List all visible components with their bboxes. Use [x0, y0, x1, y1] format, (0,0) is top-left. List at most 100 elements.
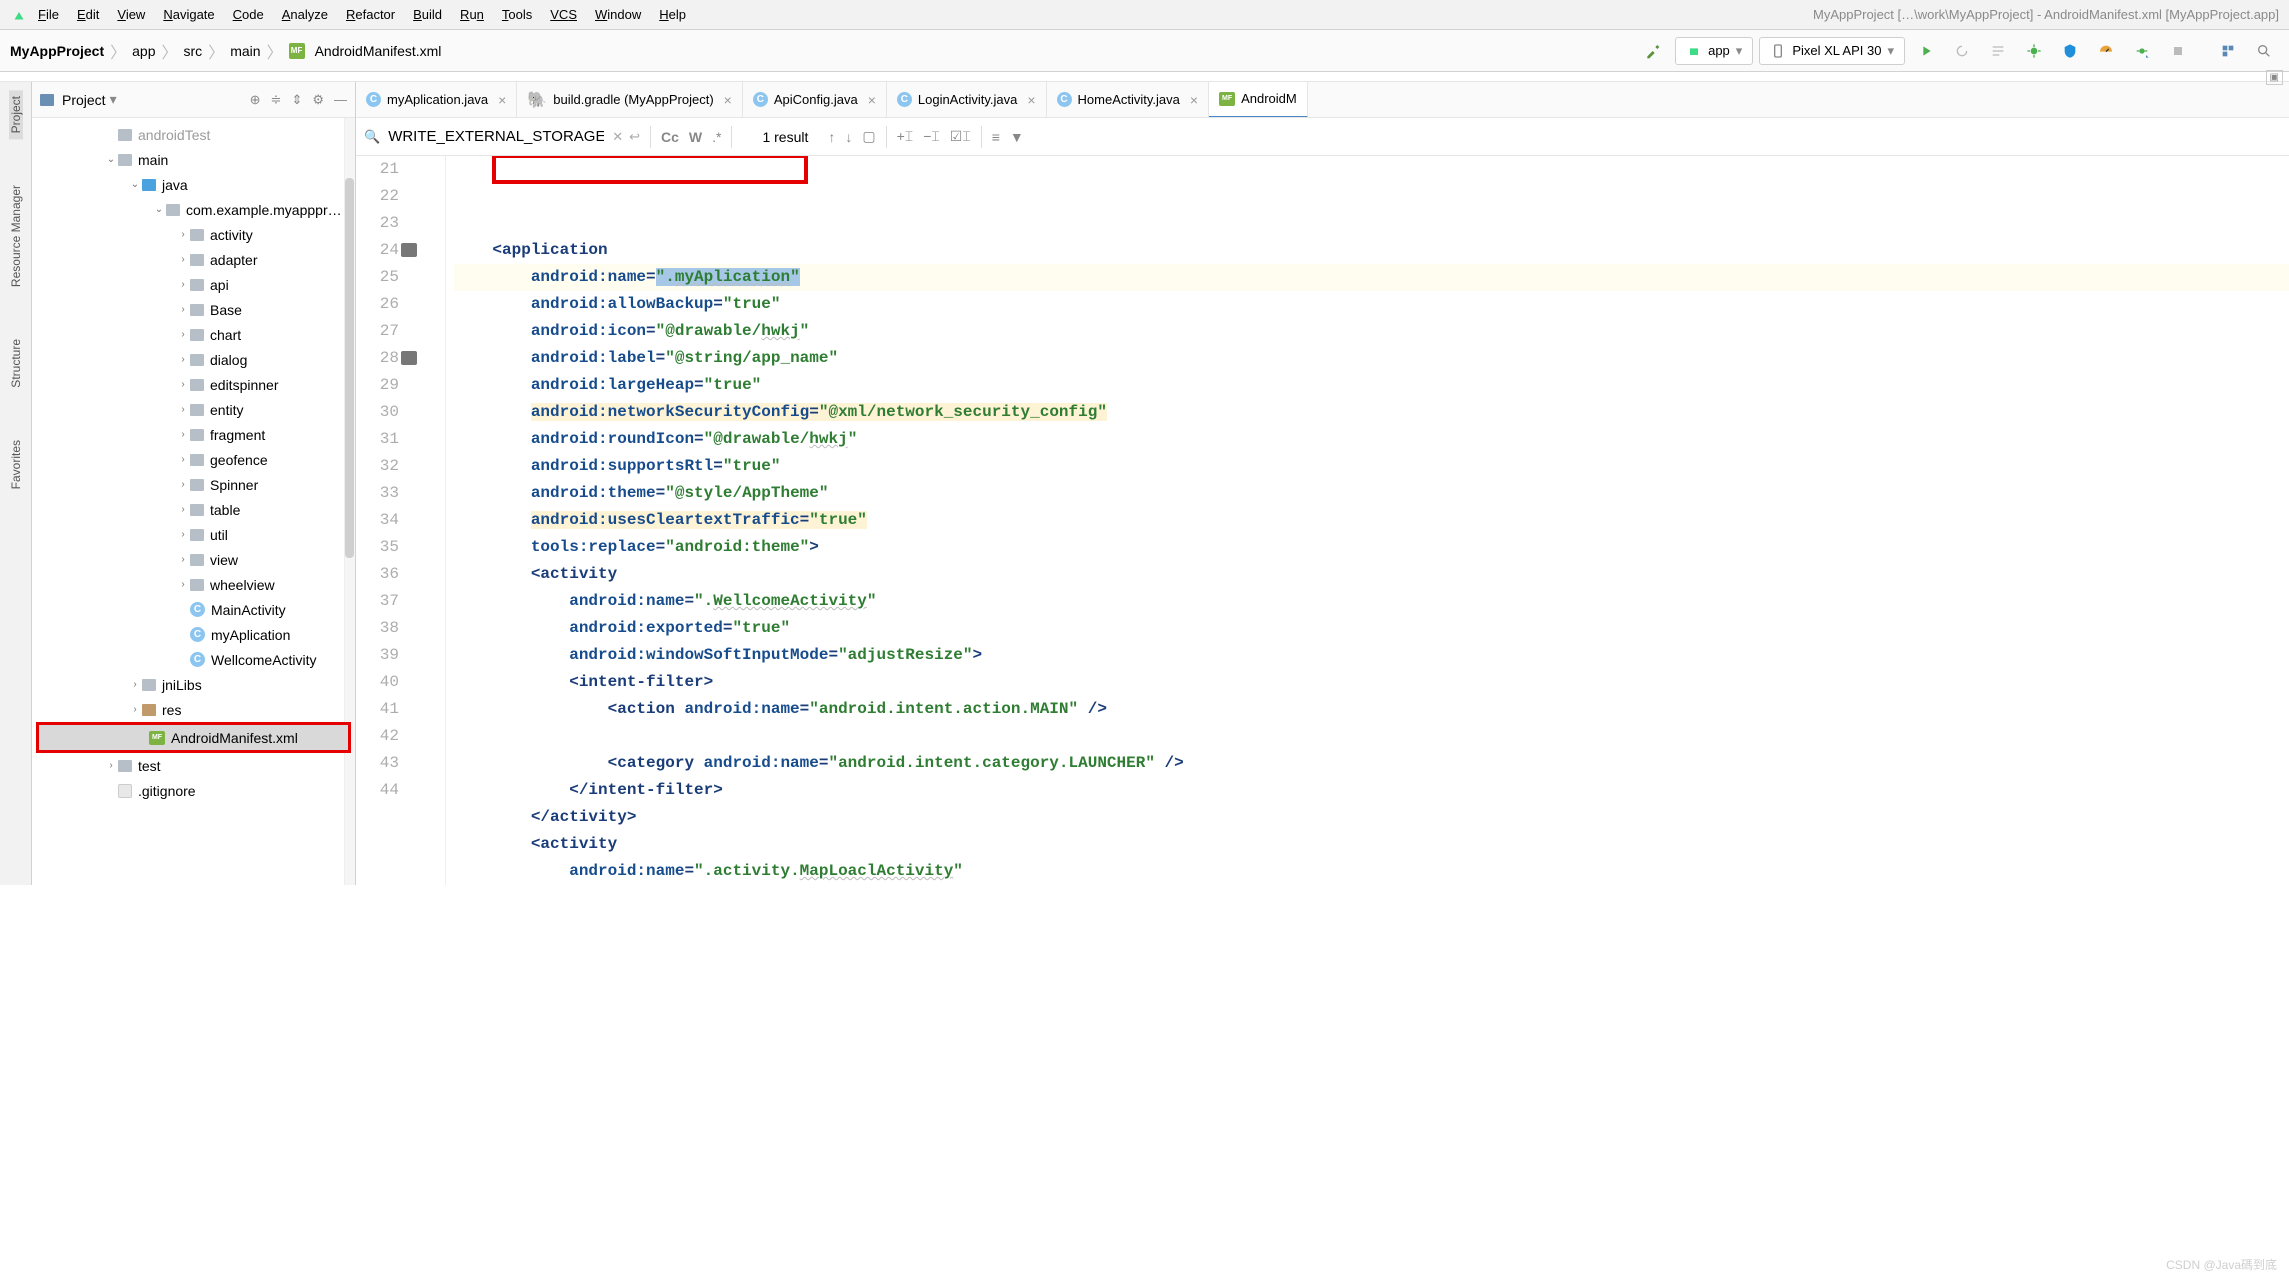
- code-line[interactable]: android:windowSoftInputMode="adjustResiz…: [454, 642, 2289, 669]
- close-tab-icon[interactable]: ×: [498, 92, 506, 108]
- stop-button[interactable]: [2163, 37, 2193, 65]
- editor-tab[interactable]: CHomeActivity.java×: [1047, 82, 1210, 118]
- breadcrumb-item[interactable]: MyAppProject: [10, 43, 104, 59]
- sync-gradle-button[interactable]: [2213, 37, 2243, 65]
- regex-button[interactable]: .*: [712, 129, 721, 145]
- code-line[interactable]: </activity>: [454, 804, 2289, 831]
- rail-item-favorites[interactable]: Favorites: [9, 434, 23, 495]
- tree-node[interactable]: MFAndroidManifest.xml: [39, 725, 348, 750]
- menu-item[interactable]: Help: [659, 7, 686, 22]
- code-line[interactable]: <category android:name="android.intent.c…: [454, 750, 2289, 777]
- expand-all-icon[interactable]: ≑: [271, 92, 282, 108]
- tree-node[interactable]: ›adapter: [32, 247, 355, 272]
- rail-item-structure[interactable]: Structure: [9, 333, 23, 394]
- select-all-matches-icon[interactable]: ▢: [862, 128, 875, 145]
- close-tab-icon[interactable]: ×: [724, 92, 732, 108]
- tree-node[interactable]: ›geofence: [32, 447, 355, 472]
- apply-code-changes-button[interactable]: [1983, 37, 2013, 65]
- code-line[interactable]: android:name=".activity.MapLoaclActivity…: [454, 858, 2289, 885]
- tree-node[interactable]: ⌄java: [32, 172, 355, 197]
- close-tab-icon[interactable]: ×: [1190, 92, 1198, 108]
- prev-match-icon[interactable]: ↑: [828, 129, 835, 145]
- tree-node[interactable]: ›view: [32, 547, 355, 572]
- code-line[interactable]: tools:replace="android:theme">: [454, 534, 2289, 561]
- tree-node[interactable]: CMainActivity: [32, 597, 355, 622]
- tree-node[interactable]: ›entity: [32, 397, 355, 422]
- debug-button[interactable]: [2019, 37, 2049, 65]
- device-selector[interactable]: Pixel XL API 30 ▾: [1759, 37, 1905, 65]
- breadcrumb-item[interactable]: AndroidManifest.xml: [315, 43, 442, 59]
- code-line[interactable]: android:icon="@drawable/hwkj": [454, 318, 2289, 345]
- code-line[interactable]: [454, 723, 2289, 750]
- select-opened-file-icon[interactable]: ⊕: [250, 92, 261, 108]
- menu-item[interactable]: Run: [460, 7, 484, 22]
- match-case-button[interactable]: Cc: [661, 129, 679, 145]
- tree-node[interactable]: ›activity: [32, 222, 355, 247]
- clear-search-icon[interactable]: ✕: [612, 129, 623, 145]
- code-line[interactable]: <activity: [454, 831, 2289, 858]
- rail-item-project[interactable]: Project: [9, 90, 23, 139]
- tree-node[interactable]: ›Spinner: [32, 472, 355, 497]
- menu-item[interactable]: Build: [413, 7, 442, 22]
- code-editor[interactable]: <application android:name=".myAplication…: [446, 156, 2289, 885]
- search-history-icon[interactable]: ↩: [629, 129, 640, 145]
- collapse-all-icon[interactable]: ⇕: [291, 92, 302, 108]
- toggle-in-selection-icon[interactable]: ≡: [992, 129, 1000, 145]
- menu-item[interactable]: File: [38, 7, 59, 22]
- tree-node[interactable]: ›res: [32, 697, 355, 722]
- code-line[interactable]: <application: [454, 237, 2289, 264]
- filter-icon[interactable]: ▼: [1010, 129, 1024, 145]
- rail-item-resource-manager[interactable]: Resource Manager: [9, 179, 23, 293]
- tree-node[interactable]: .gitignore: [32, 778, 355, 803]
- code-line[interactable]: android:networkSecurityConfig="@xml/netw…: [454, 399, 2289, 426]
- menu-item[interactable]: Analyze: [282, 7, 328, 22]
- menu-item[interactable]: Navigate: [163, 7, 214, 22]
- tree-node[interactable]: ›chart: [32, 322, 355, 347]
- breadcrumb-item[interactable]: main: [230, 43, 260, 59]
- tree-node[interactable]: ›wheelview: [32, 572, 355, 597]
- code-line[interactable]: </intent-filter>: [454, 777, 2289, 804]
- menu-item[interactable]: Window: [595, 7, 641, 22]
- tree-node[interactable]: ›api: [32, 272, 355, 297]
- tree-node[interactable]: ›test: [32, 753, 355, 778]
- find-input[interactable]: [386, 126, 606, 147]
- run-button[interactable]: [1911, 37, 1941, 65]
- coverage-button[interactable]: [2055, 37, 2085, 65]
- menu-item[interactable]: Edit: [77, 7, 99, 22]
- tree-node[interactable]: ›dialog: [32, 347, 355, 372]
- code-line[interactable]: android:name=".myAplication": [454, 264, 2289, 291]
- code-line[interactable]: android:roundIcon="@drawable/hwkj": [454, 426, 2289, 453]
- tree-node[interactable]: ›editspinner: [32, 372, 355, 397]
- editor-tab[interactable]: 🐘build.gradle (MyAppProject)×: [517, 82, 743, 118]
- tree-scrollbar-thumb[interactable]: [345, 178, 354, 558]
- menu-item[interactable]: Refactor: [346, 7, 395, 22]
- build-hammer-icon[interactable]: [1639, 37, 1669, 65]
- close-tab-icon[interactable]: ×: [868, 92, 876, 108]
- tree-node[interactable]: CWellcomeActivity: [32, 647, 355, 672]
- tree-node[interactable]: androidTest: [32, 122, 355, 147]
- tree-node[interactable]: ›table: [32, 497, 355, 522]
- tree-node[interactable]: ›Base: [32, 297, 355, 322]
- breadcrumb-item[interactable]: app: [132, 43, 155, 59]
- search-everywhere-button[interactable]: [2249, 37, 2279, 65]
- tree-node[interactable]: CmyAplication: [32, 622, 355, 647]
- tree-node[interactable]: ⌄com.example.myapppr…: [32, 197, 355, 222]
- remove-selection-icon[interactable]: −⌶: [923, 128, 940, 145]
- tree-node[interactable]: ›util: [32, 522, 355, 547]
- code-line[interactable]: <activity: [454, 561, 2289, 588]
- run-config-selector[interactable]: app ▾: [1675, 37, 1753, 65]
- project-view-selector[interactable]: Project ▾: [40, 91, 117, 108]
- tree-node[interactable]: ›fragment: [32, 422, 355, 447]
- menu-item[interactable]: VCS: [550, 7, 577, 22]
- code-line[interactable]: <intent-filter>: [454, 669, 2289, 696]
- menu-item[interactable]: View: [117, 7, 145, 22]
- code-line[interactable]: android:usesCleartextTraffic="true": [454, 507, 2289, 534]
- breadcrumb-item[interactable]: src: [184, 43, 203, 59]
- editor-tab[interactable]: CApiConfig.java×: [743, 82, 887, 118]
- close-tab-icon[interactable]: ×: [1027, 92, 1035, 108]
- editor-tab[interactable]: CmyAplication.java×: [356, 82, 517, 118]
- code-line[interactable]: <action android:name="android.intent.act…: [454, 696, 2289, 723]
- next-match-icon[interactable]: ↓: [845, 129, 852, 145]
- code-line[interactable]: android:label="@string/app_name": [454, 345, 2289, 372]
- expand-editor-icon[interactable]: ▣: [2266, 70, 2283, 85]
